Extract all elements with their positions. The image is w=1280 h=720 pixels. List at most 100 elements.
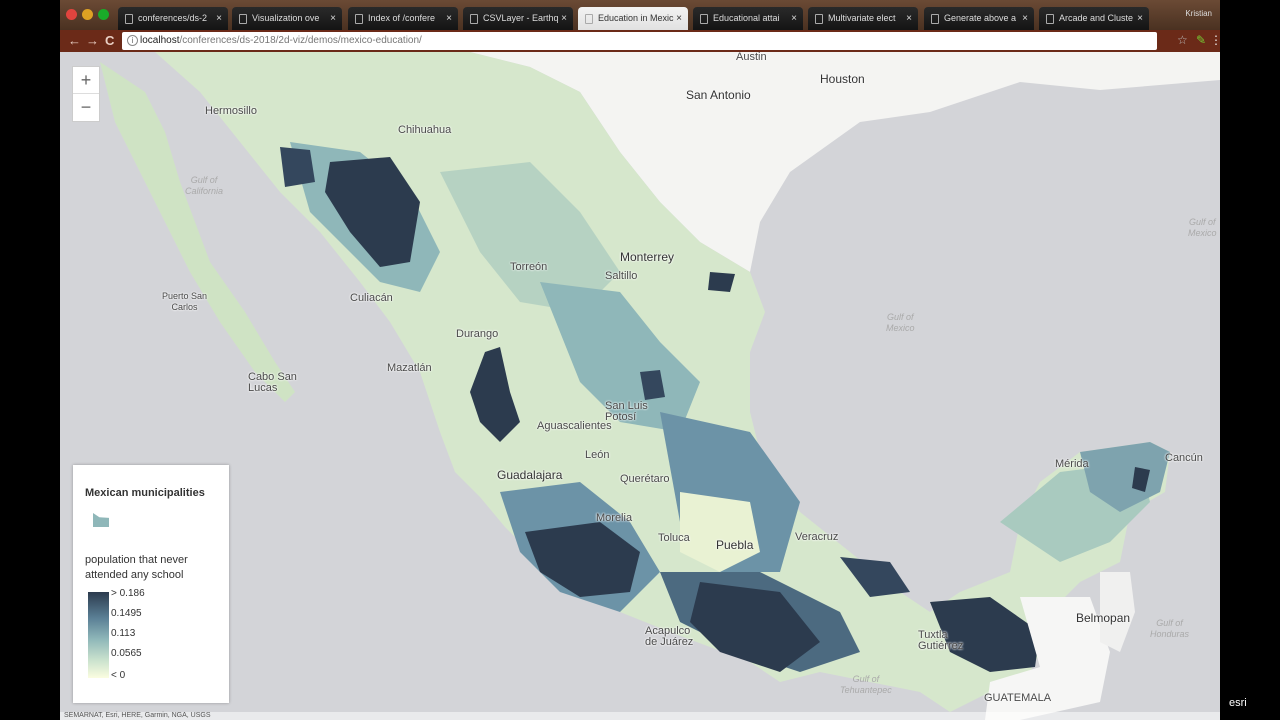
tab[interactable]: Visualization ove × [232,7,342,30]
map-label-gulf-mexico-left: Gulf of Mexico [886,312,915,333]
tab[interactable]: Multivariate elect × [808,7,918,30]
map-label-guadalajara: Guadalajara [497,468,563,482]
map-label-torreon: Torreón [510,261,548,273]
tab-label: Education in Mexic [598,13,674,23]
map-label-merida: Mérida [1055,458,1089,470]
map-label-gulf-tehuantepec: Gulf of Tehuantepec [840,674,892,695]
page-icon [700,14,708,24]
tab[interactable]: CSVLayer - Earthq × [463,7,573,30]
tab-label: Generate above a [944,13,1017,23]
tab-label: Visualization ove [252,13,320,23]
close-tab-icon[interactable]: × [791,7,797,30]
page-icon [239,14,247,24]
close-tab-icon[interactable]: × [216,7,222,30]
map-label-cabo: Cabo San Lucas [248,371,297,394]
esri-logo: esri [1229,697,1247,709]
url-host: localhost [140,35,180,46]
map-label-tuxtla: Tuxtla Gutiérrez [918,629,964,652]
page-icon [1046,14,1054,24]
tab-label: Arcade and Cluste [1059,13,1134,23]
map-label-belmopan: Belmopan [1076,611,1131,625]
page-icon [125,14,133,24]
tab[interactable]: conferences/ds-2 × [118,7,228,30]
minimize-window-icon[interactable] [82,9,93,20]
map-label-gulf-california: Gulf of California [185,175,224,196]
basemap [100,52,1220,720]
map-label-austin: Austin [736,52,767,63]
legend-stop: 0.0565 [111,648,142,659]
map-label-hermosillo: Hermosillo [205,105,257,117]
legend-panel: Mexican municipalities population that n… [73,465,229,703]
map-label-leon: León [585,449,610,461]
map-label-aguascalientes: Aguascalientes [537,420,612,432]
tab[interactable]: Educational attai × [693,7,803,30]
extension-icon[interactable]: ✎ [1196,33,1206,47]
map-label-queretaro: Querétaro [620,473,670,485]
legend-stop: 0.1495 [111,608,142,619]
close-tab-icon[interactable]: × [446,7,452,30]
map-label-mazatlan: Mazatlán [387,362,432,374]
map-label-saltillo: Saltillo [605,270,638,282]
close-window-icon[interactable] [66,9,77,20]
close-tab-icon[interactable]: × [906,7,912,30]
polygon-swatch-icon [93,513,109,527]
tab[interactable]: Generate above a × [924,7,1034,30]
address-bar[interactable]: i localhost/conferences/ds-2018/2d-viz/de… [122,32,1157,50]
map-label-guatemala: GUATEMALA [984,692,1052,704]
map-label-morelia: Morelia [596,512,633,524]
site-info-icon[interactable]: i [127,35,138,46]
tab-bar: conferences/ds-2 × Visualization ove × Index… [60,0,1220,30]
map-label-acapulco: Acapulco de Juárez [645,625,694,648]
zoom-in-button[interactable]: + [73,67,99,94]
page-icon [470,14,478,24]
browser-toolbar: ← → C i localhost/conferences/ds-2018/2d-… [60,30,1220,52]
reload-icon[interactable]: C [105,33,114,49]
menu-icon[interactable]: ⋮ [1210,33,1220,47]
legend-layer-title: Mexican municipalities [85,487,205,499]
map-label-durango: Durango [456,328,499,340]
close-tab-icon[interactable]: × [1137,7,1143,30]
map-label-puebla: Puebla [716,538,754,552]
page-icon [355,14,363,24]
map-label-san-antonio: San Antonio [686,88,751,102]
url-path: /conferences/ds-2018/2d-viz/demos/mexico… [179,35,422,46]
forward-icon[interactable]: → [86,33,99,49]
page-icon [815,14,823,24]
close-tab-icon[interactable]: × [330,7,336,30]
map-label-cancun: Cancún [1165,452,1203,464]
map-label-veracruz: Veracruz [795,531,839,543]
map-label-chihuahua: Chihuahua [398,124,452,136]
map-view[interactable]: + − Austin Houston San Antonio Hermosillo Ch… [60,52,1220,720]
tab-label: Educational attai [713,13,780,23]
tab-label: Multivariate elect [828,13,896,23]
zoom-out-button[interactable]: − [73,94,99,121]
map-label-toluca: Toluca [658,532,690,544]
legend-stop: > 0.186 [111,588,145,599]
close-tab-icon[interactable]: × [561,7,567,30]
legend-stop: < 0 [111,670,126,681]
map-label-puerto-san-carlos: Puerto San Carlos [162,291,208,312]
browser-window: conferences/ds-2 × Visualization ove × Index… [60,0,1220,720]
maximize-window-icon[interactable] [98,9,109,20]
map-label-houston: Houston [820,72,865,86]
back-icon[interactable]: ← [68,33,81,49]
close-tab-icon[interactable]: × [1022,7,1028,30]
tab[interactable]: Arcade and Cluste × [1039,7,1149,30]
legend-stop: 0.113 [111,628,136,639]
map-label-culiacan: Culiacán [350,292,393,304]
tab-label: CSVLayer - Earthq [483,13,559,23]
tab[interactable]: Education in Mexic × [578,7,688,30]
page-icon [585,14,593,24]
profile-name[interactable]: Kristian [1185,9,1212,18]
tab-label: conferences/ds-2 [138,13,208,23]
tab[interactable]: Index of /confere × [348,7,458,30]
tab-label: Index of /confere [368,13,436,23]
map-label-gulf-honduras: Gulf of Honduras [1150,618,1190,639]
map-label-monterrey: Monterrey [620,250,675,264]
map-label-gulf-mexico-right: Gulf of Mexico [1188,217,1217,238]
zoom-control: + − [72,66,100,122]
close-tab-icon[interactable]: × [676,7,682,30]
legend-field-label: population that never attended any schoo… [85,554,188,581]
star-icon[interactable]: ☆ [1177,33,1188,47]
page-icon [931,14,939,24]
